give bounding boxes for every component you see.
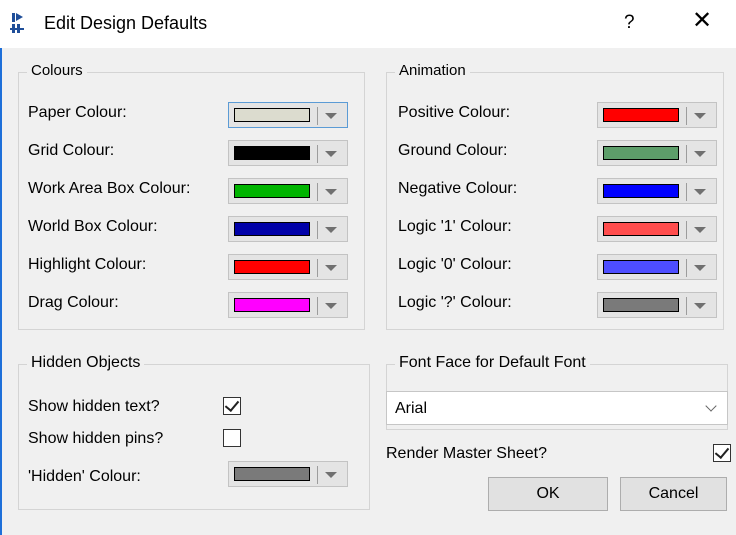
checkmark-icon	[714, 443, 730, 460]
render-master-sheet-checkbox[interactable]	[713, 443, 731, 462]
font-face-select[interactable]: Arial	[386, 391, 728, 425]
combo-separator	[686, 183, 687, 201]
work-area-box-colour-label: Work Area Box Colour:	[28, 180, 191, 197]
hidden-colour-label: 'Hidden' Colour:	[28, 468, 141, 485]
app-icon	[10, 13, 24, 33]
window-title: Edit Design Defaults	[44, 13, 208, 33]
dropdown-arrow-icon	[325, 113, 337, 119]
dropdown-arrow-icon	[694, 227, 706, 233]
dropdown-arrow-icon	[694, 151, 706, 157]
highlight-colour-label: Highlight Colour:	[28, 256, 147, 273]
color-swatch	[234, 298, 310, 312]
color-swatch	[234, 222, 310, 236]
dropdown-arrow-icon	[325, 472, 337, 478]
combo-separator	[686, 145, 687, 163]
title-bar: Edit Design Defaults ? ✕	[0, 0, 736, 48]
window-border	[0, 48, 2, 535]
dropdown-arrow-icon	[325, 265, 337, 271]
help-button[interactable]: ?	[624, 12, 635, 34]
paper-colour-picker[interactable]	[228, 102, 348, 128]
combo-separator	[686, 297, 687, 315]
color-swatch	[603, 260, 679, 274]
combo-separator	[317, 107, 318, 125]
color-swatch	[603, 222, 679, 236]
positive-colour-label: Positive Colour:	[398, 104, 511, 121]
color-swatch	[603, 108, 679, 122]
color-swatch	[234, 467, 310, 481]
dropdown-arrow-icon	[694, 303, 706, 309]
negative-colour-picker[interactable]	[597, 178, 717, 204]
color-swatch	[234, 108, 310, 122]
render-master-sheet-label: Render Master Sheet?	[386, 445, 547, 462]
combo-separator	[317, 259, 318, 277]
logic-1-colour-label: Logic '1' Colour:	[398, 218, 512, 235]
drag-colour-picker[interactable]	[228, 292, 348, 318]
combo-separator	[686, 107, 687, 125]
hidden-objects-group-title: Hidden Objects	[27, 354, 145, 372]
dropdown-arrow-icon	[694, 113, 706, 119]
combo-separator	[317, 183, 318, 201]
color-swatch	[603, 146, 679, 160]
dropdown-arrow-icon	[694, 265, 706, 271]
combo-separator	[317, 466, 318, 484]
show-hidden-pins-checkbox[interactable]	[223, 429, 241, 447]
ok-button[interactable]: OK	[488, 477, 608, 511]
drag-colour-label: Drag Colour:	[28, 294, 119, 311]
hidden-colour-picker[interactable]	[228, 461, 348, 487]
negative-colour-label: Negative Colour:	[398, 180, 518, 197]
combo-separator	[317, 221, 318, 239]
color-swatch	[234, 260, 310, 274]
logic-0-colour-picker[interactable]	[597, 254, 717, 280]
font-face-group-title: Font Face for Default Font	[395, 354, 590, 372]
color-swatch	[234, 184, 310, 198]
work-area-box-colour-picker[interactable]	[228, 178, 348, 204]
show-hidden-pins-label: Show hidden pins?	[28, 430, 164, 447]
close-button[interactable]: ✕	[692, 9, 712, 33]
highlight-colour-picker[interactable]	[228, 254, 348, 280]
world-box-colour-label: World Box Colour:	[28, 218, 158, 235]
world-box-colour-picker[interactable]	[228, 216, 348, 242]
animation-group-title: Animation	[395, 62, 470, 79]
combo-separator	[317, 145, 318, 163]
logic-unknown-colour-picker[interactable]	[597, 292, 717, 318]
color-swatch	[603, 298, 679, 312]
dropdown-arrow-icon	[325, 303, 337, 309]
cancel-button[interactable]: Cancel	[620, 477, 727, 511]
dropdown-arrow-icon	[325, 227, 337, 233]
ground-colour-label: Ground Colour:	[398, 142, 508, 159]
paper-colour-label: Paper Colour:	[28, 104, 127, 121]
ground-colour-picker[interactable]	[597, 140, 717, 166]
dropdown-arrow-icon	[325, 151, 337, 157]
logic-1-colour-picker[interactable]	[597, 216, 717, 242]
combo-separator	[317, 297, 318, 315]
chevron-down-icon	[705, 400, 717, 412]
show-hidden-text-checkbox[interactable]	[223, 396, 241, 415]
combo-separator	[686, 259, 687, 277]
color-swatch	[234, 146, 310, 160]
colours-group-title: Colours	[27, 62, 87, 79]
font-face-value: Arial	[395, 400, 428, 417]
grid-colour-label: Grid Colour:	[28, 142, 115, 159]
show-hidden-text-label: Show hidden text?	[28, 398, 160, 415]
grid-colour-picker[interactable]	[228, 140, 348, 166]
checkmark-icon	[224, 396, 240, 413]
color-swatch	[603, 184, 679, 198]
dropdown-arrow-icon	[325, 189, 337, 195]
dropdown-arrow-icon	[694, 189, 706, 195]
positive-colour-picker[interactable]	[597, 102, 717, 128]
logic-unknown-colour-label: Logic '?' Colour:	[398, 294, 512, 311]
logic-0-colour-label: Logic '0' Colour:	[398, 256, 512, 273]
combo-separator	[686, 221, 687, 239]
